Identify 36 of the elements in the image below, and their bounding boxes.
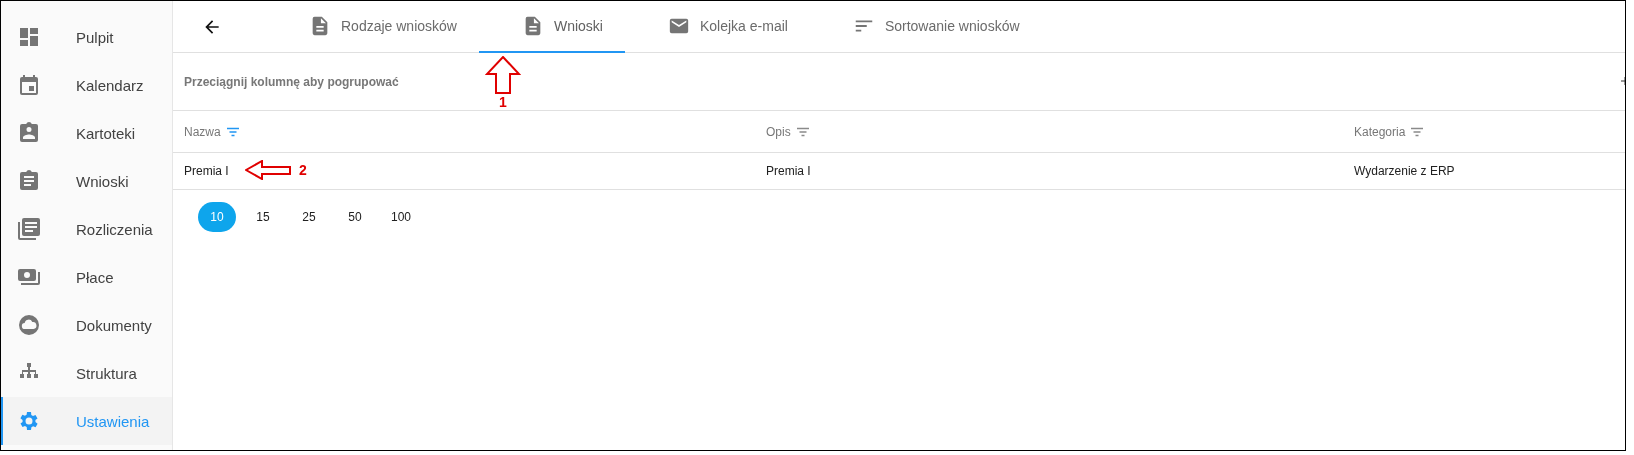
- sidebar-item[interactable]: Dokumenty: [1, 301, 172, 349]
- sidebar-item[interactable]: Płace: [1, 253, 172, 301]
- column-header[interactable]: Nazwa: [184, 124, 221, 139]
- dashboard-icon: [17, 25, 41, 49]
- badge-icon: [17, 121, 41, 145]
- page-size-option[interactable]: 100: [382, 202, 420, 232]
- tab[interactable]: Wnioski: [478, 1, 625, 53]
- tab[interactable]: Sortowanie wniosków: [809, 1, 1042, 53]
- sidebar-item[interactable]: Kalendarz: [1, 61, 172, 109]
- sidebar-item[interactable]: Kartoteki: [1, 109, 172, 157]
- sidebar-item[interactable]: Struktura: [1, 349, 172, 397]
- group-hint: Przeciągnij kolumnę aby pogrupować: [184, 74, 399, 89]
- sidebar-item[interactable]: Rozliczenia: [1, 205, 172, 253]
- annotation-number: 2: [299, 162, 307, 178]
- table-cell: Premia I: [184, 164, 229, 178]
- annotation-number: 1: [499, 94, 507, 110]
- tab[interactable]: Rodzaje wniosków: [266, 1, 479, 53]
- page-size-option[interactable]: 15: [244, 202, 282, 232]
- page-size-option[interactable]: 25: [290, 202, 328, 232]
- annotation-arrow: [485, 56, 521, 94]
- filter-icon[interactable]: [795, 126, 810, 137]
- calendar-icon: [17, 73, 41, 97]
- column-header[interactable]: Opis: [766, 124, 791, 139]
- column-header[interactable]: Kategoria: [1354, 124, 1406, 139]
- tab[interactable]: Kolejka e-mail: [624, 1, 810, 53]
- table-cell: Wydarzenie z ERP: [1354, 164, 1455, 178]
- sidebar-item[interactable]: Wnioski: [1, 157, 172, 205]
- table-cell: Premia I: [766, 164, 811, 178]
- filter-icon[interactable]: [1410, 126, 1425, 137]
- page-size-option[interactable]: 50: [336, 202, 374, 232]
- annotation-arrow: [245, 160, 291, 180]
- sidebar-item[interactable]: Pulpit: [1, 13, 172, 61]
- clipboard-icon: [17, 169, 41, 193]
- list-icon: [17, 217, 41, 241]
- cloud-icon: [17, 313, 41, 337]
- filter-icon[interactable]: [225, 126, 240, 137]
